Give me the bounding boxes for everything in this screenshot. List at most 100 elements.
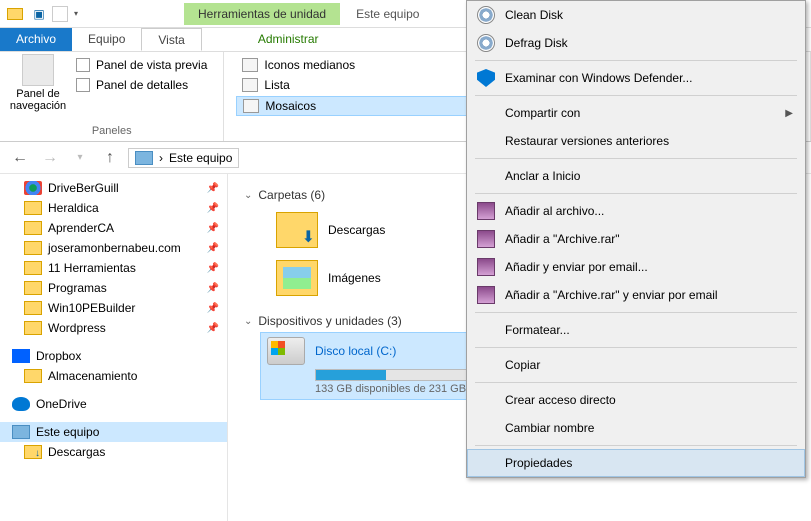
nav-forward-button[interactable]: →	[38, 149, 62, 167]
sidebar-label: Este equipo	[36, 425, 99, 439]
tab-manage[interactable]: Administrar	[242, 28, 335, 51]
sidebar-label: Programas	[48, 281, 107, 295]
pin-icon: 📌	[207, 263, 219, 274]
ctx-label: Clean Disk	[505, 8, 563, 22]
ctx-clean-disk[interactable]: Clean Disk	[467, 1, 805, 29]
nav-pane-icon	[22, 54, 54, 86]
blank-icon	[477, 356, 495, 374]
details-pane-button[interactable]: Panel de detalles	[72, 76, 211, 94]
sidebar-item-win10pe[interactable]: Win10PEBuilder📌	[0, 298, 227, 318]
ctx-add-rar[interactable]: Añadir a "Archive.rar"	[467, 225, 805, 253]
preview-pane-icon	[76, 58, 90, 72]
sidebar-item-onedrive[interactable]: OneDrive	[0, 394, 227, 414]
ctx-add-archive[interactable]: Añadir al archivo...	[467, 197, 805, 225]
folder-icon	[24, 261, 42, 275]
sidebar-item-dropbox[interactable]: Dropbox	[0, 346, 227, 366]
folder-icon	[24, 281, 42, 295]
tab-file[interactable]: Archivo	[0, 28, 72, 51]
ctx-label: Formatear...	[505, 323, 570, 337]
ctx-separator	[475, 312, 797, 313]
sidebar-item-11herramientas[interactable]: 11 Herramientas📌	[0, 258, 227, 278]
ctx-label: Añadir a "Archive.rar"	[505, 232, 620, 246]
tab-view[interactable]: Vista	[141, 28, 201, 51]
ctx-separator	[475, 193, 797, 194]
drive-c-usage-bar	[315, 369, 483, 381]
nav-history-dropdown[interactable]: ▾	[68, 152, 92, 163]
sidebar-item-heraldica[interactable]: Heraldica📌	[0, 198, 227, 218]
submenu-arrow-icon: ▶	[785, 108, 793, 119]
folder-icon	[24, 221, 42, 235]
ctx-label: Defrag Disk	[505, 36, 568, 50]
group-label-panels: Paneles	[8, 123, 215, 139]
ctx-share[interactable]: Compartir con ▶	[467, 99, 805, 127]
tiles-icon	[243, 99, 259, 113]
folder-name: Descargas	[328, 223, 385, 237]
folder-icon	[24, 301, 42, 315]
folder-icon	[24, 201, 42, 215]
gdrive-icon	[24, 181, 42, 195]
details-pane-label: Panel de detalles	[96, 78, 188, 92]
sidebar-label: Wordpress	[48, 321, 106, 335]
ctx-defrag-disk[interactable]: Defrag Disk	[467, 29, 805, 57]
blank-icon	[477, 167, 495, 185]
sidebar-label: OneDrive	[36, 397, 87, 411]
tab-home[interactable]: Equipo	[72, 28, 141, 51]
qat-folder-icon[interactable]	[4, 3, 26, 25]
ctx-email[interactable]: Añadir y enviar por email...	[467, 253, 805, 281]
disk-icon	[477, 6, 495, 24]
folder-tile-downloads[interactable]: Descargas	[268, 206, 468, 254]
disk-icon	[477, 34, 495, 52]
nav-back-button[interactable]: ←	[8, 149, 32, 167]
drive-c-icon	[267, 337, 305, 365]
chevron-down-icon: ⌄	[244, 316, 252, 327]
ctx-separator	[475, 95, 797, 96]
address-location: Este equipo	[169, 151, 232, 165]
sidebar-item-thispc[interactable]: Este equipo	[0, 422, 227, 442]
sidebar-item-wordpress[interactable]: Wordpress 📌	[0, 318, 227, 338]
list-icon	[242, 78, 258, 92]
folder-icon	[24, 241, 42, 255]
ctx-label: Compartir con	[505, 106, 580, 120]
sidebar-item-downloads[interactable]: Descargas	[0, 442, 227, 462]
rar-icon	[477, 202, 495, 220]
navigation-sidebar: DriveBerGuill📌 Heraldica📌 AprenderCA📌 jo…	[0, 174, 228, 521]
sidebar-item-driveberguill[interactable]: DriveBerGuill📌	[0, 178, 227, 198]
rar-icon	[477, 230, 495, 248]
address-bar[interactable]: › Este equipo	[128, 148, 239, 168]
ctx-defender[interactable]: Examinar con Windows Defender...	[467, 64, 805, 92]
ctx-format[interactable]: Formatear...	[467, 316, 805, 344]
sidebar-label: Heraldica	[48, 201, 99, 215]
ctx-rar-email[interactable]: Añadir a "Archive.rar" y enviar por emai…	[467, 281, 805, 309]
qat-dropdown-icon[interactable]: ▾	[70, 9, 82, 18]
ctx-shortcut[interactable]: Crear acceso directo	[467, 386, 805, 414]
ctx-pin-start[interactable]: Anclar a Inicio	[467, 162, 805, 190]
nav-pane-button[interactable]: Panel de navegación	[8, 54, 68, 112]
pin-icon: 📌	[207, 323, 219, 334]
images-folder-icon	[276, 260, 318, 296]
sidebar-item-storage[interactable]: Almacenamiento	[0, 366, 227, 386]
layout-label: Iconos medianos	[264, 58, 355, 72]
ctx-separator	[475, 158, 797, 159]
qat-properties-icon[interactable]: ▣	[28, 3, 50, 25]
qat-new-icon[interactable]	[52, 6, 68, 22]
sidebar-label: Almacenamiento	[48, 369, 137, 383]
blank-icon	[477, 104, 495, 122]
blank-icon	[477, 419, 495, 437]
context-menu: Clean Disk Defrag Disk Examinar con Wind…	[466, 0, 806, 478]
ctx-rename[interactable]: Cambiar nombre	[467, 414, 805, 442]
folder-tile-images[interactable]: Imágenes	[268, 254, 468, 302]
ctx-properties[interactable]: Propiedades	[467, 449, 805, 477]
sidebar-item-aprenderca[interactable]: AprenderCA📌	[0, 218, 227, 238]
drive-tile-c[interactable]: Disco local (C:) 133 GB disponibles de 2…	[260, 332, 490, 400]
chevron-down-icon: ⌄	[244, 190, 252, 201]
sidebar-label: AprenderCA	[48, 221, 114, 235]
ctx-restore[interactable]: Restaurar versiones anteriores	[467, 127, 805, 155]
preview-pane-button[interactable]: Panel de vista previa	[72, 56, 211, 74]
nav-up-button[interactable]: ↑	[98, 149, 122, 167]
ctx-copy[interactable]: Copiar	[467, 351, 805, 379]
ctx-separator	[475, 445, 797, 446]
sidebar-item-programas[interactable]: Programas📌	[0, 278, 227, 298]
ctx-label: Cambiar nombre	[505, 421, 594, 435]
sidebar-item-joseramon[interactable]: joseramonbernabeu.com📌	[0, 238, 227, 258]
folder-name: Imágenes	[328, 271, 381, 285]
